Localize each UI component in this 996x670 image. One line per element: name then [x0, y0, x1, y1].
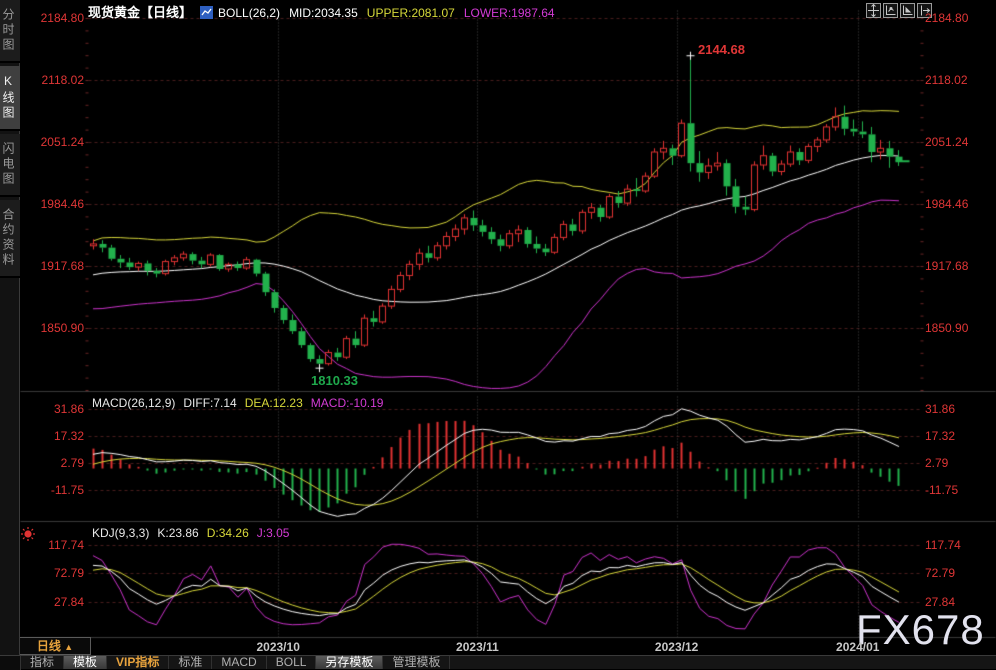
trading-app: 分时图 K线图闪电图合约资料 现货黄金【日线】 BOLL(26,2) MID:2034… — [0, 0, 996, 669]
high-annotation: 2144.68 — [698, 42, 745, 57]
boll-lower-value: LOWER:1987.64 — [464, 6, 555, 20]
kdj-axis-label: 117.74 — [22, 538, 84, 552]
indicator-chart-icon — [200, 6, 213, 22]
triangle-up-icon: ▲ — [64, 642, 73, 652]
sidebar-item-time-chart[interactable]: 分时图 — [0, 0, 20, 63]
tab-vip-indicators[interactable]: VIP指标 — [107, 656, 169, 669]
macd-axis-label: 31.86 — [925, 402, 955, 416]
kdj-panel-header: KDJ(9,3,3) K:23.86 D:34.26 J:3.05 — [92, 526, 289, 540]
x-axis-label: 2023/11 — [449, 640, 505, 654]
tab-boll[interactable]: BOLL — [267, 656, 317, 669]
tab-manage-template[interactable]: 管理模板 — [383, 656, 450, 669]
axis-scale-icon[interactable] — [883, 3, 898, 18]
x-axis-label: 2023/12 — [649, 640, 705, 654]
kdj-axis-label: 27.84 — [22, 595, 84, 609]
price-axis-label: 1917.68 — [22, 259, 84, 273]
price-axis-label: 2118.02 — [22, 73, 84, 87]
window-tools — [864, 3, 932, 21]
macd-axis-label: 2.79 — [22, 456, 84, 470]
chart-canvas[interactable] — [0, 0, 996, 669]
macd-dea-value: DEA:12.23 — [245, 396, 303, 410]
price-axis-label: 1850.90 — [22, 321, 84, 335]
x-axis-label: 2023/10 — [250, 640, 306, 654]
kdj-indicator-label: KDJ(9,3,3) — [92, 526, 149, 540]
macd-bar-value: MACD:-10.19 — [311, 396, 384, 410]
tab-templates[interactable]: 模板 — [64, 656, 107, 669]
sidebar-item-contract-info[interactable]: 合约资料 — [0, 200, 20, 278]
macd-indicator-label: MACD(26,12,9) — [92, 396, 175, 410]
boll-upper-value: UPPER:2081.07 — [367, 6, 455, 20]
chart-header: 现货黄金【日线】 BOLL(26,2) MID:2034.35 UPPER:2081.… — [88, 2, 555, 20]
macd-axis-label: 31.86 — [22, 402, 84, 416]
kdj-j-value: J:3.05 — [257, 526, 290, 540]
tab-indicators[interactable]: 指标 — [21, 656, 64, 669]
kdj-axis-label: 117.74 — [925, 538, 961, 552]
kdj-axis-label: 72.79 — [925, 566, 955, 580]
macd-diff-value: DIFF:7.14 — [183, 396, 236, 410]
price-axis-label: 1850.90 — [925, 321, 968, 335]
sidebar-item-kline-chart[interactable]: K线图 — [0, 66, 20, 131]
macd-axis-label: 2.79 — [925, 456, 948, 470]
price-axis-label: 1917.68 — [925, 259, 968, 273]
macd-axis-label: -11.75 — [925, 483, 958, 497]
x-axis-label: 2024/01 — [830, 640, 886, 654]
kdj-k-value: K:23.86 — [157, 526, 198, 540]
low-annotation: 1810.33 — [311, 373, 358, 388]
tabbar-corner — [0, 656, 21, 670]
price-axis-label: 2051.24 — [925, 135, 968, 149]
macd-axis-label: -11.75 — [22, 483, 84, 497]
price-axis-label: 2184.80 — [925, 11, 968, 25]
kdj-axis-label: 72.79 — [22, 566, 84, 580]
kdj-axis-label: 27.84 — [925, 595, 955, 609]
boll-indicator-label: BOLL(26,2) — [218, 6, 280, 20]
sidebar: 分时图 K线图闪电图合约资料 — [0, 0, 20, 655]
crosshair-icon[interactable] — [866, 3, 881, 18]
chart-playback-icon[interactable] — [900, 3, 915, 18]
bottom-tabbar: 指标模板VIP指标标准MACDBOLL另存模板管理模板 — [0, 655, 996, 669]
price-axis-label: 1984.46 — [925, 197, 968, 211]
price-axis-label: 2118.02 — [925, 73, 968, 87]
macd-axis-label: 17.32 — [22, 429, 84, 443]
tab-save-template[interactable]: 另存模板 — [316, 656, 383, 669]
price-axis-label: 2051.24 — [22, 135, 84, 149]
macd-axis-label: 17.32 — [925, 429, 955, 443]
period-selector[interactable]: 日线 ▲ — [20, 637, 91, 655]
boll-mid-value: MID:2034.35 — [289, 6, 358, 20]
kdj-d-value: D:34.26 — [207, 526, 249, 540]
sidebar-item-flash-chart[interactable]: 闪电图 — [0, 134, 20, 197]
symbol-title: 现货黄金【日线】 — [88, 5, 192, 20]
tab-standard[interactable]: 标准 — [169, 656, 212, 669]
price-axis-label: 2184.80 — [22, 11, 84, 25]
price-axis-label: 1984.46 — [22, 197, 84, 211]
period-label: 日线 — [37, 639, 61, 653]
tab-macd[interactable]: MACD — [212, 656, 266, 669]
macd-panel-header: MACD(26,12,9) DIFF:7.14 DEA:12.23 MACD:-10.… — [92, 396, 383, 410]
